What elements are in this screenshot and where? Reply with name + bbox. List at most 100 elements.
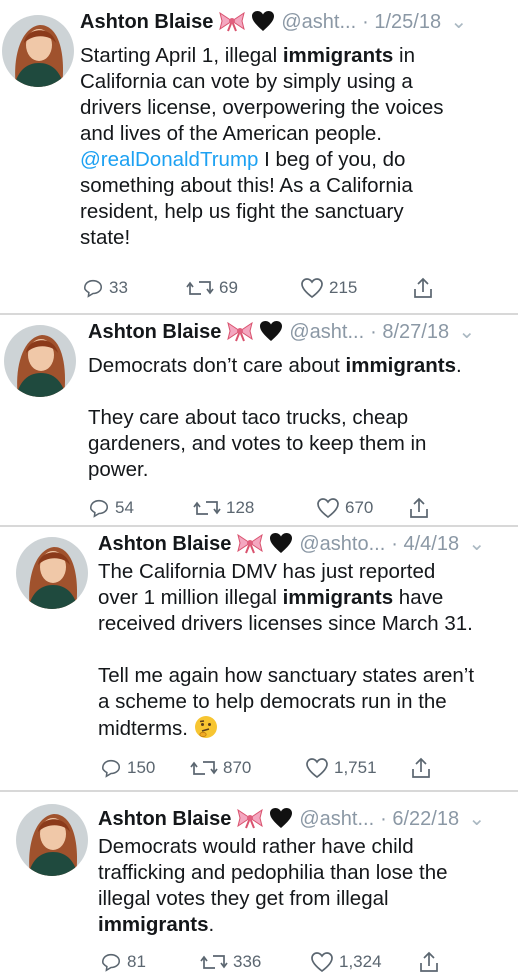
tweet-text: Democrats don’t care about immigrants. Th… [88,353,462,483]
chevron-down-icon[interactable]: ⌄ [468,804,485,834]
share-icon [418,950,445,974]
tweet-text-line: midterms. [98,715,474,741]
retweet-icon [200,951,233,973]
reply-icon [82,277,109,299]
retweet-count: 69 [219,278,238,297]
tweet-text-line: Starting April 1, illegal immigrants in [80,43,443,69]
reply-button[interactable]: 33 [82,273,128,303]
mention-link[interactable]: @realDonaldTrump [80,148,258,171]
reply-button[interactable]: 81 [100,947,146,977]
reply-button[interactable]: 150 [100,753,155,783]
avatar[interactable] [16,804,88,876]
like-button[interactable]: 1,324 [310,947,382,977]
like-count: 1,751 [334,758,377,777]
text-run: California can vote by simply using a [80,70,413,93]
like-button[interactable]: 215 [300,273,357,303]
ribbon-emoji [217,10,247,41]
like-button[interactable]: 1,751 [305,753,377,783]
retweet-button[interactable]: 128 [193,493,254,523]
text-run: The California DMV has just reported [98,560,436,583]
bold-keyword: immigrants [282,44,394,67]
tweet-header: Ashton Blaise @asht... · 6/22/18 ⌄ [98,804,485,834]
like-icon [310,951,339,973]
text-run: . [456,354,462,377]
tweet-date[interactable]: · 6/22/18 [380,808,459,830]
tweet-text-line: received drivers licenses since March 31… [98,611,474,637]
text-run: . [208,913,215,936]
author-name[interactable]: Ashton Blaise [80,11,213,33]
tweet-2[interactable]: Ashton Blaise @asht... · 8/27/18 ⌄ Democra… [0,315,518,525]
tweet-text-line: California can vote by simply using a [80,69,443,95]
like-count: 1,324 [339,952,382,971]
avatar[interactable] [2,15,74,87]
tweet-text-line: illegal votes they get from illegal [98,886,448,912]
text-run: I beg of you, do [258,148,406,171]
tweet-text: Democrats would rather have child traffic… [98,834,448,938]
author-name[interactable]: Ashton Blaise [88,321,221,343]
tweet-header: Ashton Blaise @ashto... · 4/4/18 ⌄ [98,529,485,559]
reply-icon [88,497,115,519]
tweet-1[interactable]: Ashton Blaise @asht... · 1/25/18 ⌄ Startin… [0,0,518,313]
chevron-down-icon[interactable]: ⌄ [450,7,467,37]
retweet-button[interactable]: 69 [186,273,238,303]
tweet-text: Starting April 1, illegal immigrants in C… [80,43,443,251]
tweet-3[interactable]: Ashton Blaise @ashto... · 4/4/18 ⌄ The Cal… [0,527,518,790]
retweet-button[interactable]: 870 [190,753,251,783]
tweet-date[interactable]: · 4/4/18 [391,533,459,555]
retweet-count: 128 [226,498,255,517]
text-run: and lives of the American people. [80,122,382,145]
retweet-icon [193,497,226,519]
tweet-text-line: something about this! As a California [80,173,443,199]
text-run: trafficking and pedophilia than lose the [98,861,448,884]
text-run: midterms. [98,717,194,740]
tweet-date[interactable]: · 1/25/18 [362,11,441,33]
chevron-down-icon[interactable]: ⌄ [468,529,485,559]
retweet-icon [186,277,219,299]
tweet-text-line: gardeners, and votes to keep them in [88,431,462,457]
retweet-button[interactable]: 336 [200,947,261,977]
retweet-count: 870 [223,758,252,777]
tweet-text-line: Democrats don’t care about immigrants. [88,353,462,379]
text-run: resident, help us fight the sanctuary [80,200,404,223]
tweet-text-line: a scheme to help democrats run in the [98,689,474,715]
tweet-header: Ashton Blaise @asht... · 1/25/18 ⌄ [80,7,467,37]
author-name[interactable]: Ashton Blaise [98,533,231,555]
share-button[interactable] [418,947,445,977]
author-handle[interactable]: @asht... [299,808,374,830]
like-icon [316,497,345,519]
like-icon [300,277,329,299]
share-button[interactable] [408,493,435,523]
like-count: 215 [329,278,358,297]
tweet-header: Ashton Blaise @asht... · 8/27/18 ⌄ [88,317,475,347]
avatar[interactable] [4,325,76,397]
author-handle[interactable]: @asht... [281,11,356,33]
text-run: power. [88,458,149,481]
thinking-face-emoji [194,715,218,746]
text-run: over 1 million illegal [98,586,283,609]
black-heart-emoji [251,10,275,41]
text-run: a scheme to help democrats run in the [98,690,447,713]
author-handle[interactable]: @asht... [289,321,364,343]
avatar[interactable] [16,537,88,609]
text-run: received drivers licenses since March 31… [98,612,473,635]
tweet-date[interactable]: · 8/27/18 [370,321,449,343]
chevron-down-icon[interactable]: ⌄ [458,317,475,347]
tweet-text-line [88,379,462,405]
text-run: Tell me again how sanctuary states aren’… [98,664,475,687]
author-handle[interactable]: @ashto... [299,533,385,555]
like-button[interactable]: 670 [316,493,373,523]
text-run: Democrats don’t care about [88,354,346,377]
share-button[interactable] [410,753,437,783]
tweet-text-line: power. [88,457,462,483]
tweet-text-line: immigrants. [98,912,448,938]
tweet-4[interactable]: Ashton Blaise @asht... · 6/22/18 ⌄ Democra… [0,792,518,980]
author-name[interactable]: Ashton Blaise [98,808,231,830]
share-button[interactable] [412,273,439,303]
tweet-text-line: They care about taco trucks, cheap [88,405,462,431]
retweet-icon [190,757,223,779]
share-icon [412,276,439,300]
bold-keyword: immigrants [98,913,209,936]
tweet-text: The California DMV has just reported over… [98,559,474,741]
reply-button[interactable]: 54 [88,493,134,523]
tweet-text-line: and lives of the American people. [80,121,443,147]
